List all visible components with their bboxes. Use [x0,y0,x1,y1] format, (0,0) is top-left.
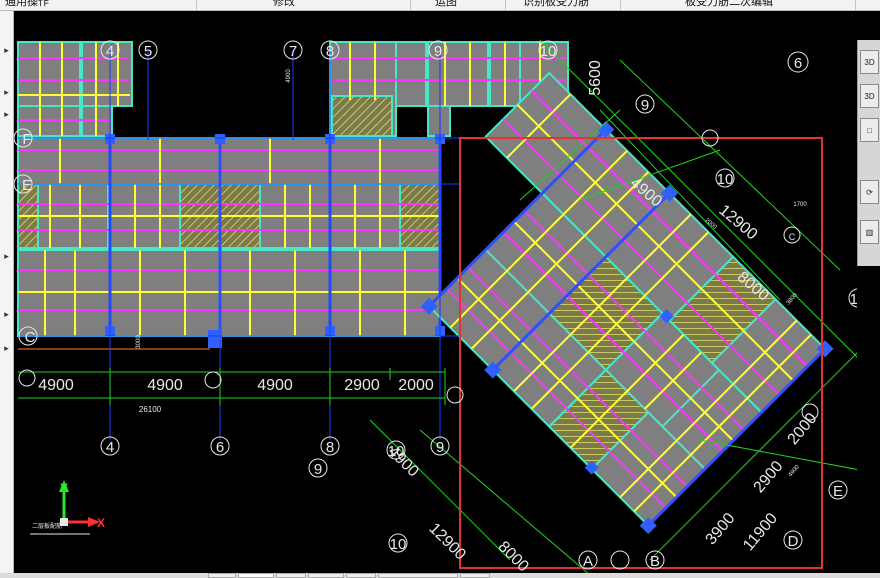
svg-text:3000: 3000 [136,335,142,349]
view-cube-icon[interactable]: 3D [860,84,879,108]
svg-text:9: 9 [641,97,649,114]
svg-text:二层板配筋: 二层板配筋 [32,522,62,530]
svg-text:9: 9 [434,43,442,60]
svg-text:6: 6 [216,439,224,456]
svg-text:4: 4 [106,439,114,456]
bottom-tab[interactable] [308,573,344,578]
menu-separator [410,0,411,10]
expand-arrow-icon[interactable]: ▸ [2,309,11,319]
bottom-tab[interactable] [378,573,458,578]
svg-text:5600: 5600 [587,60,604,96]
svg-text:F: F [22,131,31,148]
svg-text:10: 10 [390,536,407,553]
svg-text:C: C [25,329,36,346]
svg-text:E: E [833,483,843,500]
expand-arrow-icon[interactable]: ▸ [2,45,11,55]
expand-arrow-icon[interactable]: ▸ [2,251,11,261]
svg-text:8: 8 [326,439,334,456]
svg-text:D: D [788,533,799,550]
svg-text:3800: 3800 [786,292,800,307]
svg-text:11900: 11900 [740,510,781,554]
menu-modify[interactable]: 修改 [273,0,295,10]
menu-separator [196,0,197,10]
svg-text:E: E [22,177,32,194]
rotate-icon[interactable]: ⟳ [860,180,879,204]
svg-text:2000: 2000 [398,377,434,394]
svg-text:4900: 4900 [385,443,422,480]
bottom-tab-active[interactable] [238,573,274,578]
menu-separator [855,0,856,10]
svg-text:4900: 4900 [286,69,292,83]
view-toolbar: 3D 3D □ ⟳ ▥ [857,40,880,266]
svg-text:9: 9 [314,461,322,478]
orbit-3d-icon[interactable]: 3D [860,50,879,74]
svg-text:A: A [583,553,593,570]
bottom-tab-bar [0,573,880,578]
svg-text:3900: 3900 [703,510,739,548]
svg-text:2900: 2900 [751,458,787,496]
svg-text:X: X [97,516,105,530]
svg-text:4900: 4900 [788,464,802,479]
svg-text:6: 6 [794,55,802,72]
drawing-canvas[interactable]: 4 5 7 8 9 10 6 9 10 12 4 6 8 9 10 9 10 F… [14,11,857,573]
svg-text:26100: 26100 [139,405,162,414]
svg-text:Y: Y [60,481,68,495]
svg-text:C: C [789,232,796,242]
svg-text:4900: 4900 [38,377,74,394]
svg-text:2900: 2900 [344,377,380,394]
svg-text:12: 12 [850,291,857,308]
svg-text:12900: 12900 [425,520,469,564]
bottom-tab[interactable] [346,573,376,578]
menu-separator [505,0,506,10]
menu-view[interactable]: 运图 [435,0,457,10]
svg-text:2000: 2000 [785,410,821,448]
svg-text:4900: 4900 [257,377,293,394]
expand-arrow-icon[interactable]: ▸ [2,343,11,353]
menu-identify-slab-rebar[interactable]: 识别板受力筋 [523,0,589,10]
layout-icon[interactable]: ▥ [860,220,879,244]
menu-slab-rebar-edit[interactable]: 板受力筋二次编辑 [685,0,773,10]
svg-text:5: 5 [144,43,152,60]
svg-text:1700: 1700 [793,202,807,208]
bottom-tab[interactable] [460,573,490,578]
svg-text:10: 10 [717,171,734,188]
bottom-tab[interactable] [276,573,306,578]
menu-general-ops[interactable]: 通用操作 [5,0,49,10]
svg-text:4: 4 [106,43,114,60]
expand-arrow-icon[interactable]: ▸ [2,109,11,119]
menu-separator [620,0,621,10]
window-icon[interactable]: □ [860,118,879,142]
svg-text:B: B [650,553,660,570]
svg-text:9: 9 [436,439,444,456]
ucs-icon: Y X 二层板配筋 [30,480,105,535]
svg-text:4900: 4900 [147,377,183,394]
menu-bar: 通用操作 修改 运图 识别板受力筋 板受力筋二次编辑 [0,0,880,11]
bottom-tab[interactable] [208,573,236,578]
svg-text:8: 8 [326,43,334,60]
expand-arrow-icon[interactable]: ▸ [2,87,11,97]
svg-text:10: 10 [540,43,557,60]
svg-text:7: 7 [289,43,297,60]
left-panel: ▸ ▸ ▸ ▸ ▸ ▸ [0,11,14,578]
